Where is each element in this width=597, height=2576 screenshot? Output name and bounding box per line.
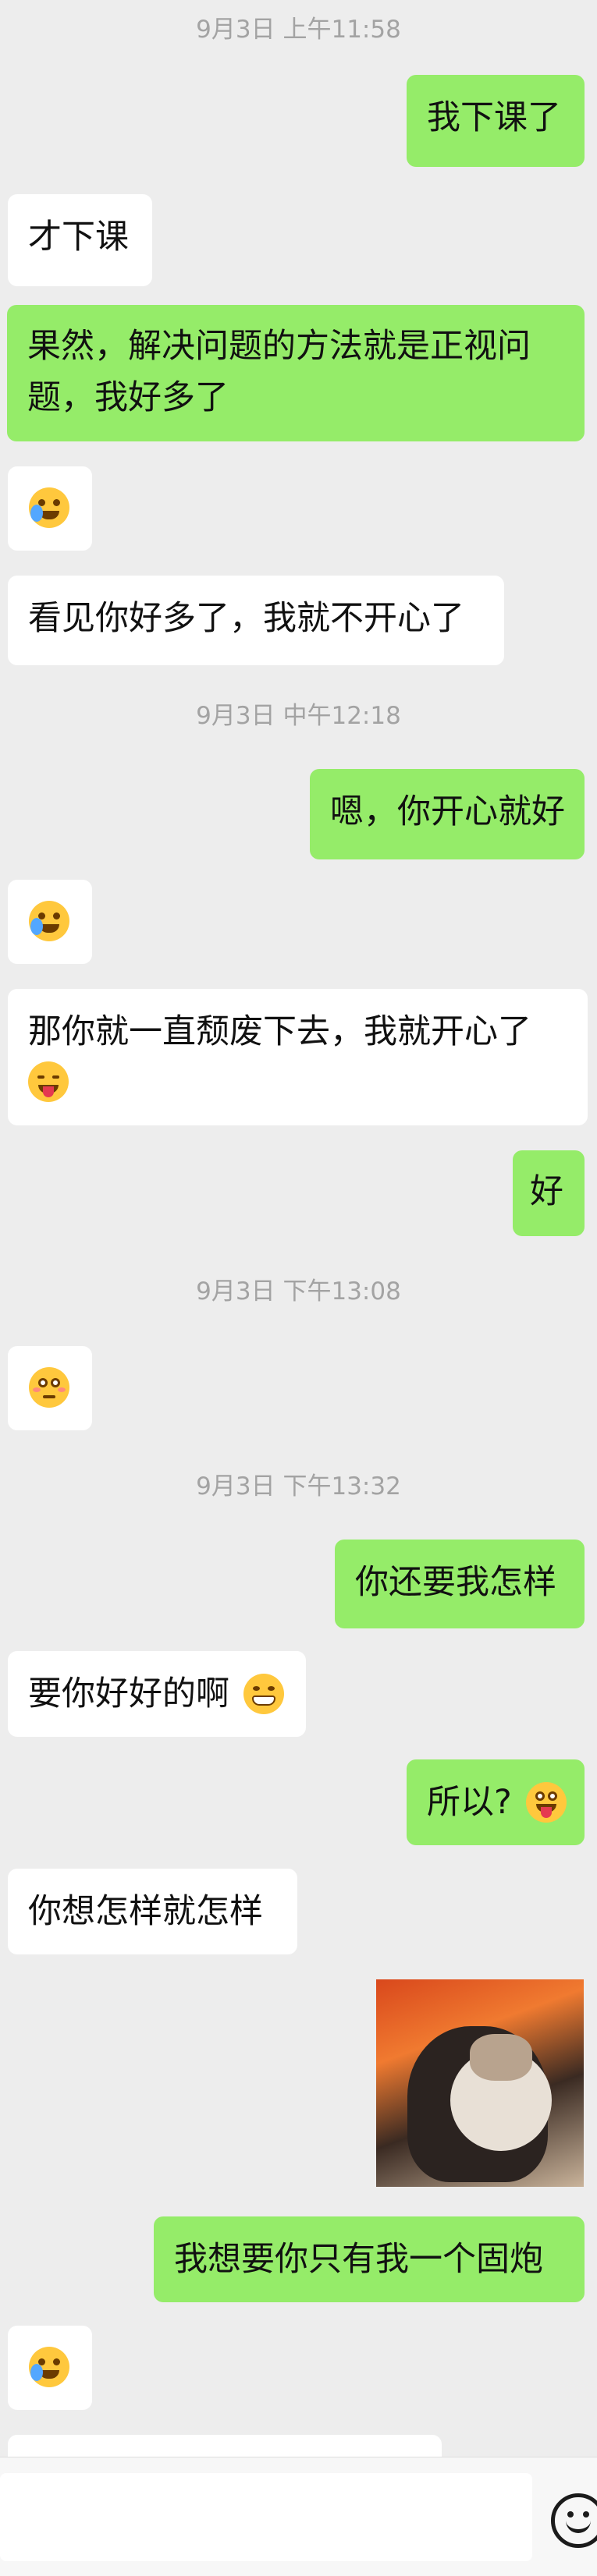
cat-facepalm-sticker[interactable] bbox=[376, 1979, 584, 2187]
composer-bar bbox=[0, 2457, 597, 2576]
message-text-line: 果然，解决问题的方法就是正视问 bbox=[27, 327, 531, 366]
message-text: 要你好好的啊 bbox=[28, 1674, 229, 1713]
emoji-message-them[interactable] bbox=[8, 880, 92, 964]
message-text: 嗯，你开心就好 bbox=[330, 792, 565, 831]
message-bubble-me[interactable]: 我想要你只有我一个固炮 bbox=[154, 2216, 585, 2302]
message-text: 你还要我怎样 bbox=[355, 1563, 556, 1602]
message-bubble-me[interactable]: 我下课了 bbox=[407, 75, 585, 167]
message-text: 你想怎样就怎样 bbox=[28, 1892, 263, 1931]
sticker-cat-paw bbox=[470, 2034, 532, 2081]
emoji-smile-icon[interactable] bbox=[551, 2493, 597, 2548]
message-text: 看见你好多了，我就不开心了 bbox=[28, 599, 464, 638]
squinting-face-with-tongue-icon bbox=[28, 1061, 69, 1102]
message-text: 所以? bbox=[427, 1783, 512, 1822]
face-with-tears-of-joy-icon bbox=[29, 2347, 69, 2387]
emoji-message-them[interactable] bbox=[8, 2326, 92, 2410]
face-with-tears-of-joy-icon bbox=[29, 487, 69, 528]
message-bubble-them[interactable]: 要你好好的啊 bbox=[8, 1651, 306, 1737]
message-text: 好 bbox=[530, 1172, 563, 1211]
emoji-message-them[interactable] bbox=[8, 1346, 92, 1430]
face-with-tongue-icon bbox=[525, 1781, 567, 1823]
message-text: 我想要你只有我一个固炮 bbox=[174, 2240, 543, 2279]
face-with-tears-of-joy-icon bbox=[29, 901, 69, 941]
message-text: 才下课 bbox=[28, 218, 129, 257]
timestamp: 9月3日 下午13:08 bbox=[196, 1277, 401, 1306]
pleading-face-icon bbox=[29, 1367, 69, 1408]
message-bubble-them-partial[interactable] bbox=[8, 2435, 442, 2457]
message-bubble-me[interactable]: 嗯，你开心就好 bbox=[310, 769, 585, 859]
timestamp: 9月3日 中午12:18 bbox=[196, 702, 401, 730]
message-text: 我下课了 bbox=[427, 98, 561, 137]
message-text-line: 那你就一直颓废下去，我就开心了 bbox=[28, 1012, 531, 1051]
grinning-face-icon bbox=[243, 1673, 284, 1714]
timestamp: 9月3日 下午13:32 bbox=[196, 1472, 401, 1501]
message-bubble-me[interactable]: 所以? bbox=[407, 1759, 585, 1845]
message-input[interactable] bbox=[0, 2473, 532, 2561]
message-bubble-me[interactable]: 好 bbox=[513, 1150, 585, 1236]
message-bubble-them[interactable]: 你想怎样就怎样 bbox=[8, 1869, 297, 1954]
timestamp: 9月3日 上午11:58 bbox=[196, 16, 401, 44]
message-bubble-them[interactable]: 看见你好多了，我就不开心了 bbox=[8, 576, 504, 665]
message-bubble-them[interactable]: 才下课 bbox=[8, 194, 152, 286]
message-bubble-me[interactable]: 果然，解决问题的方法就是正视问 题，我好多了 bbox=[7, 305, 585, 441]
message-bubble-me[interactable]: 你还要我怎样 bbox=[335, 1540, 585, 1628]
message-bubble-them[interactable]: 那你就一直颓废下去，我就开心了 bbox=[8, 989, 588, 1125]
chat-area[interactable]: 9月3日 上午11:58 我下课了 才下课 果然，解决问题的方法就是正视问 题，… bbox=[0, 0, 597, 2457]
message-text-line: 题，我好多了 bbox=[27, 378, 229, 417]
emoji-message-them[interactable] bbox=[8, 466, 92, 551]
